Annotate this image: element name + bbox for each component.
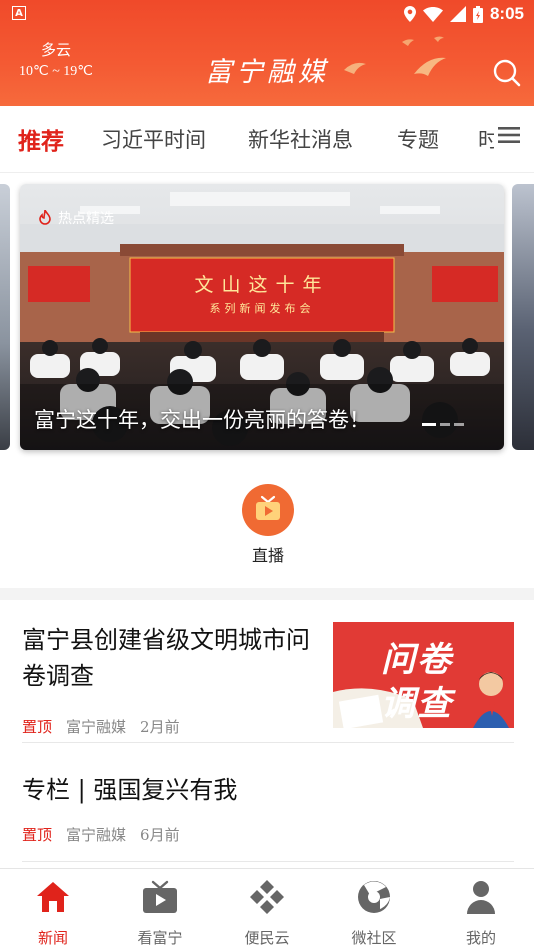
menu-icon[interactable]: [498, 126, 520, 144]
news-meta: 置顶 富宁融媒 6月前: [22, 824, 514, 845]
nav-news[interactable]: 新闻: [13, 879, 93, 948]
status-bar: A 8:05: [0, 0, 534, 28]
news-title: 富宁县创建省级文明城市问卷调查: [22, 626, 310, 690]
nav-watch-funing[interactable]: 看富宁: [120, 879, 200, 948]
news-source: 富宁融媒: [66, 826, 127, 844]
grid-diamond-icon: [250, 880, 284, 914]
carousel-dot: [454, 423, 464, 426]
news-item[interactable]: 专栏 | 强国复兴有我 置顶 富宁融媒 6月前: [22, 772, 514, 845]
list-separator: [22, 861, 514, 862]
location-icon: [403, 6, 416, 22]
nav-news-label: 新闻: [37, 929, 68, 947]
brand-title: 富宁融媒: [205, 57, 329, 88]
hero-caption: 富宁这十年，交出一份亮丽的答卷！: [34, 408, 370, 432]
news-thumbnail[interactable]: 问卷 调查: [333, 622, 514, 728]
news-title: 专栏 | 强国复兴有我: [22, 776, 238, 804]
wifi-icon: [422, 6, 443, 22]
nav-convenience-cloud[interactable]: 便民云: [227, 879, 307, 948]
tab-xinhua-news[interactable]: 新华社消息: [248, 124, 353, 154]
channel-tabs: 推荐 习近平时间 新华社消息 专题 时: [0, 106, 534, 173]
list-separator: [22, 742, 514, 743]
search-icon[interactable]: [492, 58, 522, 88]
nav-convenience-cloud-label: 便民云: [244, 929, 290, 947]
community-icon: [358, 881, 390, 913]
flame-icon: [39, 210, 51, 225]
home-icon: [37, 882, 69, 912]
tab-xi-time[interactable]: 习近平时间: [101, 124, 206, 154]
user-icon: [467, 881, 495, 914]
pinned-badge: 置顶: [22, 826, 53, 844]
live-button[interactable]: 直播: [241, 484, 295, 566]
app-notification-icon: A: [12, 6, 26, 20]
news-meta: 置顶 富宁融媒 2月前: [22, 716, 322, 737]
nav-watch-funing-label: 看富宁: [137, 929, 183, 947]
news-item[interactable]: 富宁县创建省级文明城市问卷调查 置顶 富宁融媒 2月前: [22, 622, 322, 737]
nav-mine-label: 我的: [465, 929, 496, 947]
carousel-dot: [422, 423, 436, 426]
hot-picks-badge: 热点精选: [38, 208, 114, 228]
bottom-navigation: 新闻 看富宁 便民云 微社区 我的: [0, 868, 534, 951]
battery-icon: [472, 5, 483, 23]
news-time: 6月前: [140, 826, 180, 844]
banner-subtitle: 系列新闻发布会: [209, 302, 315, 315]
thumb-text-1: 问卷: [381, 640, 453, 680]
thumb-text-2: 调查: [381, 684, 453, 724]
tab-partial[interactable]: 时: [478, 124, 494, 154]
banner-title: 文山这十年: [194, 274, 330, 296]
live-label: 直播: [251, 546, 284, 565]
news-source: 富宁融媒: [66, 718, 127, 736]
nav-micro-community-label: 微社区: [351, 929, 397, 947]
nav-mine[interactable]: 我的: [441, 879, 521, 948]
section-divider: [0, 588, 534, 600]
carousel-next-card[interactable]: [512, 184, 534, 450]
hero-carousel[interactable]: 文山这十年 系列新闻发布会 热点精选 富宁这十年，交出一份亮丽的答卷！: [0, 184, 534, 452]
signal-icon: [449, 6, 466, 22]
status-time: 8:05: [489, 4, 524, 23]
carousel-indicator: [422, 423, 464, 426]
nav-micro-community[interactable]: 微社区: [334, 879, 414, 948]
news-time: 2月前: [140, 718, 180, 736]
tab-recommend[interactable]: 推荐: [18, 122, 64, 156]
app-header: A 8:05 多云 10℃ ~ 19℃ 富宁融媒: [0, 0, 534, 106]
hero-slide[interactable]: 文山这十年 系列新闻发布会 热点精选 富宁这十年，交出一份亮丽的答卷！: [20, 184, 504, 450]
pinned-badge: 置顶: [22, 718, 53, 736]
tv-icon: [143, 880, 177, 913]
tab-topics[interactable]: 专题: [397, 124, 439, 154]
carousel-dot: [440, 423, 450, 426]
live-tv-icon: [242, 484, 294, 536]
hot-picks-label: 热点精选: [58, 211, 114, 227]
carousel-prev-card[interactable]: [0, 184, 10, 450]
